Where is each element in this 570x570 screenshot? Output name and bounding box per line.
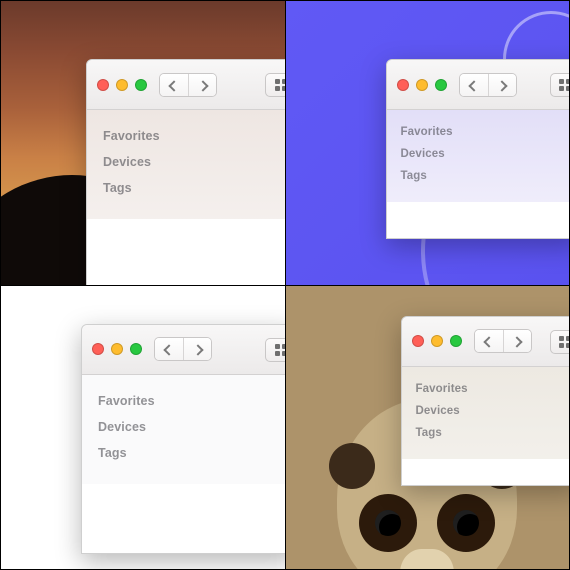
- traffic-lights: [97, 79, 147, 91]
- grid-icon: [275, 344, 285, 356]
- chevron-left-icon: [483, 336, 494, 347]
- finder-window: Favorites Devices Tags: [386, 59, 570, 239]
- minimize-button[interactable]: [416, 79, 428, 91]
- meerkat-snout: [400, 549, 454, 569]
- close-button[interactable]: [397, 79, 409, 91]
- nav-forward-button[interactable]: [488, 74, 516, 97]
- panel-sunset: Favorites Devices Tags: [1, 1, 285, 285]
- close-button[interactable]: [412, 335, 424, 347]
- view-mode-button[interactable]: [550, 330, 570, 354]
- sidebar-section-devices[interactable]: Devices: [416, 405, 566, 417]
- zoom-button[interactable]: [435, 79, 447, 91]
- close-button[interactable]: [97, 79, 109, 91]
- sidebar-section-tags[interactable]: Tags: [401, 170, 566, 182]
- zoom-button[interactable]: [450, 335, 462, 347]
- nav-back-button[interactable]: [460, 74, 488, 97]
- sidebar-section-tags[interactable]: Tags: [103, 181, 279, 195]
- panel-purple: Favorites Devices Tags: [286, 1, 570, 285]
- meerkat-eye: [437, 494, 495, 552]
- zoom-button[interactable]: [135, 79, 147, 91]
- finder-window: Favorites Devices Tags: [81, 324, 285, 554]
- grid-icon: [275, 79, 285, 91]
- panel-tan: Favorites Devices Tags: [286, 286, 570, 570]
- window-titlebar[interactable]: [87, 60, 285, 110]
- sidebar-section-devices[interactable]: Devices: [401, 148, 566, 160]
- minimize-button[interactable]: [116, 79, 128, 91]
- nav-back-forward: [474, 329, 532, 353]
- view-mode-button[interactable]: [550, 73, 570, 97]
- chevron-right-icon: [197, 80, 208, 91]
- sidebar: Favorites Devices Tags: [87, 110, 285, 219]
- window-titlebar[interactable]: [82, 325, 285, 375]
- sidebar-section-favorites[interactable]: Favorites: [416, 383, 566, 395]
- zoom-button[interactable]: [130, 343, 142, 355]
- view-mode-button[interactable]: [265, 73, 285, 97]
- sidebar-section-tags[interactable]: Tags: [98, 446, 279, 460]
- sidebar: Favorites Devices Tags: [387, 110, 570, 202]
- chevron-left-icon: [168, 80, 179, 91]
- sidebar-section-favorites[interactable]: Favorites: [103, 129, 279, 143]
- nav-back-forward: [154, 337, 212, 361]
- sidebar-section-devices[interactable]: Devices: [98, 420, 279, 434]
- sidebar-section-favorites[interactable]: Favorites: [98, 394, 279, 408]
- grid-icon: [559, 336, 569, 348]
- nav-back-forward: [459, 73, 517, 97]
- traffic-lights: [412, 335, 462, 347]
- sidebar: Favorites Devices Tags: [82, 375, 285, 484]
- minimize-button[interactable]: [111, 343, 123, 355]
- finder-window: Favorites Devices Tags: [401, 316, 570, 486]
- chevron-right-icon: [192, 344, 203, 355]
- nav-forward-button[interactable]: [188, 74, 216, 97]
- window-titlebar[interactable]: [387, 60, 570, 110]
- nav-back-button[interactable]: [155, 338, 183, 361]
- nav-forward-button[interactable]: [183, 338, 211, 361]
- sidebar-section-favorites[interactable]: Favorites: [401, 126, 566, 138]
- close-button[interactable]: [92, 343, 104, 355]
- traffic-lights: [397, 79, 447, 91]
- minimize-button[interactable]: [431, 335, 443, 347]
- sidebar-section-devices[interactable]: Devices: [103, 155, 279, 169]
- sidebar: Favorites Devices Tags: [402, 367, 570, 459]
- chevron-right-icon: [511, 336, 522, 347]
- nav-back-button[interactable]: [160, 74, 188, 97]
- meerkat-ear: [329, 443, 375, 489]
- nav-forward-button[interactable]: [503, 330, 531, 353]
- nav-back-forward: [159, 73, 217, 97]
- panel-white: Favorites Devices Tags: [1, 286, 285, 570]
- traffic-lights: [92, 343, 142, 355]
- comparison-grid: Favorites Devices Tags: [0, 0, 570, 570]
- window-titlebar[interactable]: [402, 317, 570, 367]
- chevron-left-icon: [468, 80, 479, 91]
- chevron-right-icon: [496, 80, 507, 91]
- chevron-left-icon: [163, 344, 174, 355]
- grid-icon: [559, 79, 569, 91]
- view-mode-button[interactable]: [265, 338, 285, 362]
- meerkat-eye: [359, 494, 417, 552]
- finder-window: Favorites Devices Tags: [86, 59, 285, 285]
- sidebar-section-tags[interactable]: Tags: [416, 427, 566, 439]
- nav-back-button[interactable]: [475, 330, 503, 353]
